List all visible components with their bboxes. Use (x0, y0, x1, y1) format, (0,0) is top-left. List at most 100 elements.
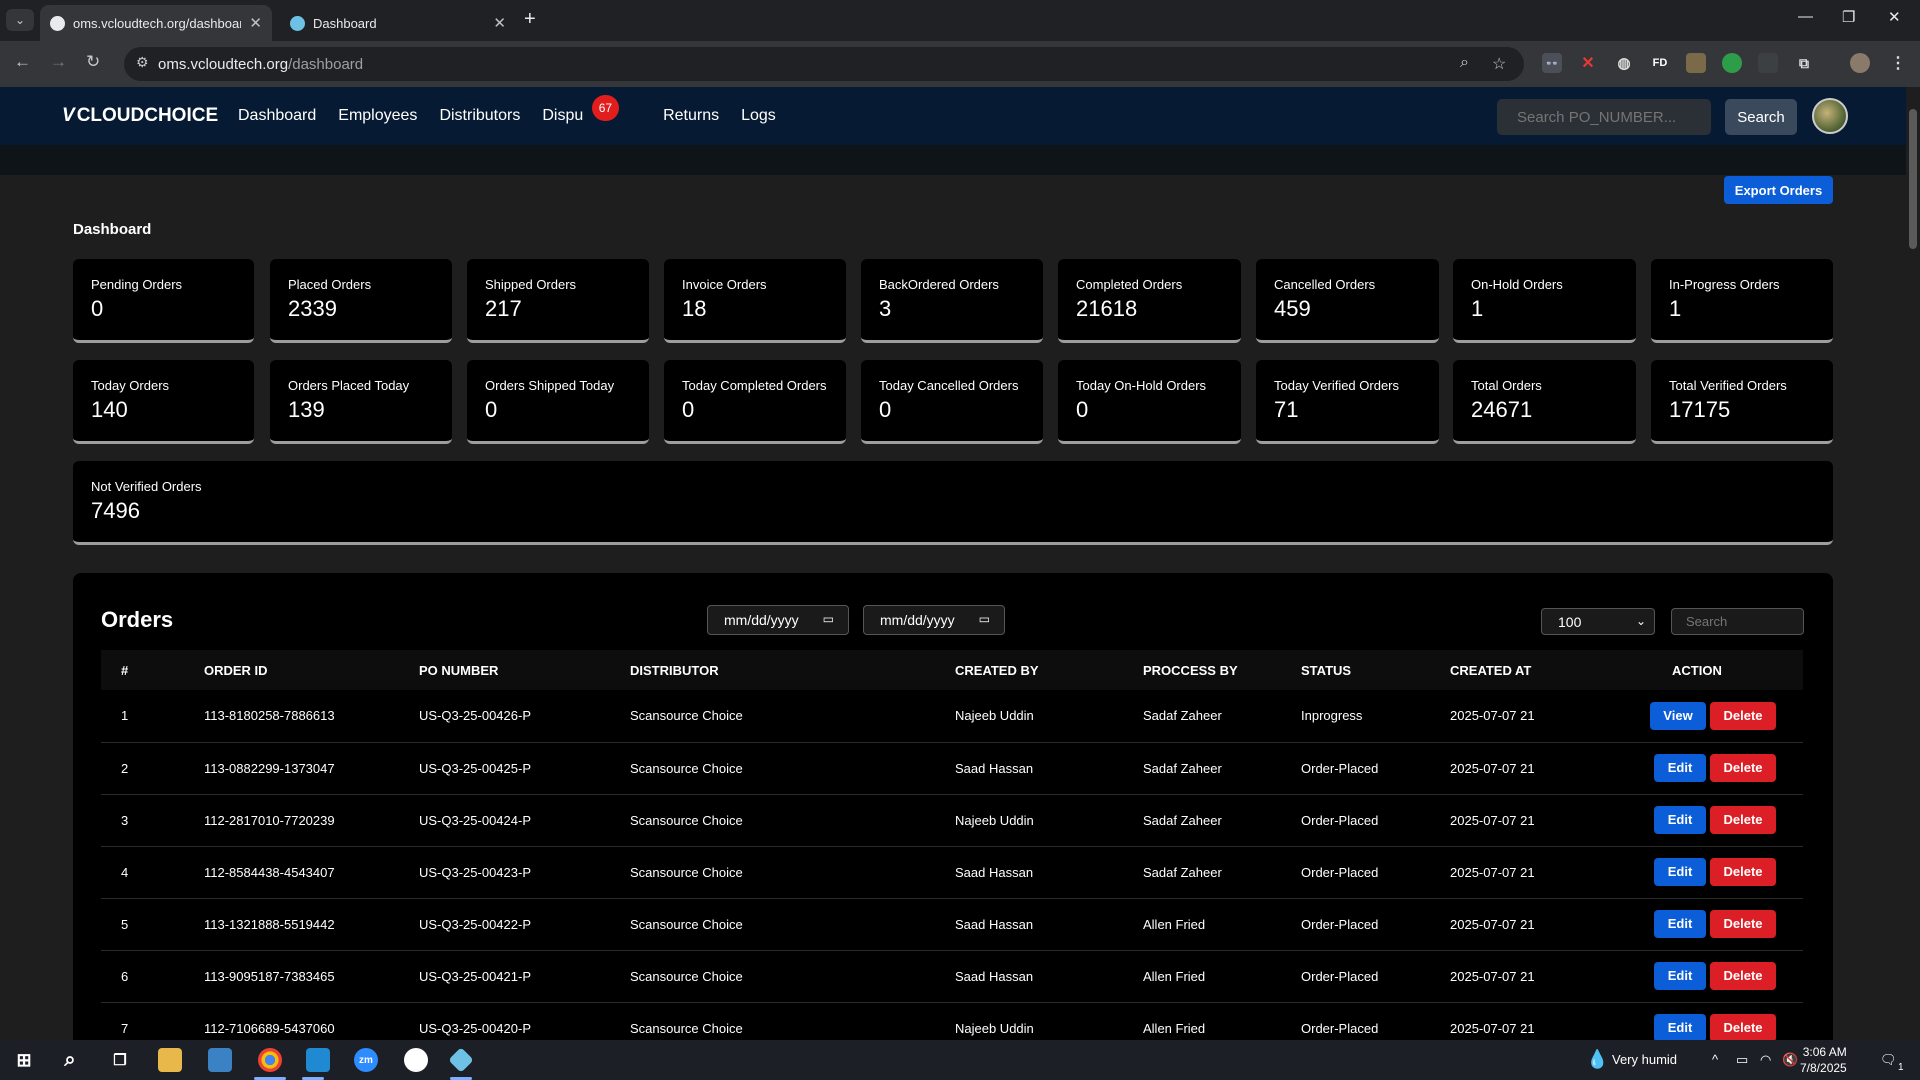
new-tab-icon[interactable]: + (524, 8, 536, 31)
minimize-icon[interactable]: — (1798, 8, 1813, 25)
zoom-app-icon[interactable]: zm (354, 1048, 378, 1072)
task-view-icon[interactable]: ❒ (108, 1048, 132, 1072)
edit-button[interactable]: Edit (1654, 910, 1706, 938)
cell-process-by: Sadaf Zaheer (1143, 794, 1301, 847)
user-avatar[interactable] (1812, 98, 1848, 134)
extension-screen-icon[interactable] (1758, 53, 1778, 73)
browser-tab-active[interactable]: oms.vcloudtech.org/dashboard ✕ (40, 5, 272, 41)
po-search-input[interactable] (1497, 99, 1711, 135)
extension-glasses-icon[interactable]: 👓 (1542, 53, 1562, 73)
delete-button[interactable]: Delete (1710, 806, 1776, 834)
weather-text[interactable]: Very humid (1612, 1052, 1677, 1067)
extension-x-icon[interactable]: ✕ (1578, 53, 1598, 73)
cell-status: Order-Placed (1301, 950, 1450, 1003)
edit-button[interactable]: Edit (1654, 806, 1706, 834)
cell-created-at: 2025-07-07 21 (1450, 898, 1630, 951)
cell-po-number: US-Q3-25-00423-P (419, 846, 630, 899)
nav-link-disputes[interactable]: Dispu 67 (542, 95, 641, 125)
scrollbar-thumb[interactable] (1909, 109, 1917, 249)
cell-status: Order-Placed (1301, 898, 1450, 951)
chrome-icon[interactable] (258, 1048, 282, 1072)
bookmark-star-icon[interactable]: ☆ (1492, 54, 1506, 74)
nav-link-returns[interactable]: Returns (663, 107, 719, 125)
site-info-icon[interactable]: ⚙ (136, 54, 149, 71)
view-button[interactable]: View (1650, 701, 1706, 730)
weather-drop-icon[interactable]: 💧 (1586, 1049, 1608, 1070)
edit-button[interactable]: Edit (1654, 1014, 1706, 1042)
reload-icon[interactable]: ↻ (86, 52, 100, 72)
delete-button[interactable]: Delete (1710, 962, 1776, 990)
extensions-puzzle-icon[interactable]: ⧉ (1794, 53, 1814, 73)
zoom-icon[interactable]: ⌕ (1460, 54, 1469, 72)
system-clock[interactable]: 3:06 AM 7/8/2025 (1800, 1044, 1847, 1076)
stat-card-today-orders: Today Orders 140 (73, 360, 254, 444)
stat-label: Today Cancelled Orders (879, 378, 1019, 393)
page-scrollbar[interactable] (1906, 87, 1920, 1040)
delete-button[interactable]: Delete (1710, 754, 1776, 782)
taskbar-search-icon[interactable]: ⌕ (58, 1048, 82, 1072)
cell-distributor: Scansource Choice (630, 794, 955, 847)
calendar-icon[interactable]: ▭ (823, 612, 834, 626)
stat-card-cancelled: Cancelled Orders 459 (1256, 259, 1439, 343)
store-icon[interactable] (208, 1048, 232, 1072)
nav-link-employees[interactable]: Employees (338, 107, 417, 125)
po-search-button[interactable]: Search (1725, 99, 1797, 135)
vscode-icon[interactable] (306, 1048, 330, 1072)
edit-button[interactable]: Edit (1654, 962, 1706, 990)
volume-icon[interactable]: 🔇 (1782, 1052, 1798, 1068)
edit-button[interactable]: Edit (1654, 754, 1706, 782)
delete-button[interactable]: Delete (1710, 858, 1776, 886)
stat-value: 7496 (91, 498, 140, 523)
date-to-input[interactable]: mm/dd/yyyy ▭ (863, 605, 1005, 635)
window-close-icon[interactable]: ✕ (1888, 8, 1901, 26)
profile-icon[interactable] (1850, 53, 1870, 73)
stat-label: Orders Placed Today (288, 378, 410, 393)
extension-card-icon[interactable] (1686, 53, 1706, 73)
stat-card-total-orders: Total Orders 24671 (1453, 360, 1636, 444)
brand-logo[interactable]: V CLOUDCHOICE (62, 105, 218, 127)
wifi-icon[interactable]: ◠ (1760, 1052, 1771, 1068)
restore-icon[interactable]: ❐ (1842, 8, 1855, 26)
export-orders-button[interactable]: Export Orders (1724, 176, 1833, 204)
calendar-icon[interactable]: ▭ (979, 612, 990, 626)
address-bar[interactable]: ⚙ oms.vcloudtech.org/dashboard ⌕ ☆ (124, 47, 1524, 81)
back-icon[interactable]: ← (14, 52, 31, 72)
windows-start-icon[interactable]: ⊞ (12, 1048, 36, 1072)
nav-link-logs[interactable]: Logs (741, 107, 776, 125)
nav-link-distributors[interactable]: Distributors (439, 107, 520, 125)
stat-value: 21618 (1076, 296, 1138, 321)
cell-actions: Edit Delete (1630, 898, 1803, 951)
file-explorer-icon[interactable] (158, 1048, 182, 1072)
extension-fd-icon[interactable]: FD (1650, 53, 1670, 73)
app-circle-icon[interactable] (404, 1048, 428, 1072)
orders-search-input[interactable] (1671, 608, 1804, 635)
page-size-select[interactable]: 100 ⌄ (1541, 608, 1655, 635)
stat-label: On-Hold Orders (1471, 277, 1563, 292)
close-tab-icon[interactable]: ✕ (249, 14, 262, 32)
delete-button[interactable]: Delete (1710, 910, 1776, 938)
extension-green-icon[interactable] (1722, 53, 1742, 73)
date-from-input[interactable]: mm/dd/yyyy ▭ (707, 605, 849, 635)
forward-icon[interactable]: → (50, 52, 67, 72)
stat-card-shipped: Shipped Orders 217 (467, 259, 649, 343)
close-tab-icon[interactable]: ✕ (493, 14, 506, 32)
stat-label: Pending Orders (91, 277, 183, 292)
delete-button[interactable]: Delete (1710, 1014, 1776, 1042)
nav-link-dashboard[interactable]: Dashboard (238, 107, 316, 125)
extension-globe-icon[interactable]: ◍ (1614, 53, 1634, 73)
battery-icon[interactable]: ▭ (1736, 1052, 1748, 1068)
cell-status: Order-Placed (1301, 742, 1450, 795)
tray-chevron-icon[interactable]: ^ (1712, 1052, 1718, 1067)
cell-distributor: Scansource Choice (630, 898, 955, 951)
browser-menu-icon[interactable]: ⋮ (1888, 53, 1908, 73)
clock-time: 3:06 AM (1802, 1045, 1847, 1059)
cell-created-at: 2025-07-07 21 (1450, 690, 1630, 743)
browser-tab-dashboard[interactable]: Dashboard ✕ (280, 5, 516, 41)
delete-button[interactable]: Delete (1710, 701, 1776, 730)
edit-button[interactable]: Edit (1654, 858, 1706, 886)
tab-search-button[interactable]: ⌄ (6, 9, 34, 31)
app-diamond-icon[interactable] (448, 1047, 474, 1073)
cell-created-by: Saad Hassan (955, 950, 1143, 1003)
notification-icon[interactable]: 🗨 (1880, 1052, 1897, 1068)
cell-order-id: 113-0882299-1373047 (204, 742, 419, 795)
